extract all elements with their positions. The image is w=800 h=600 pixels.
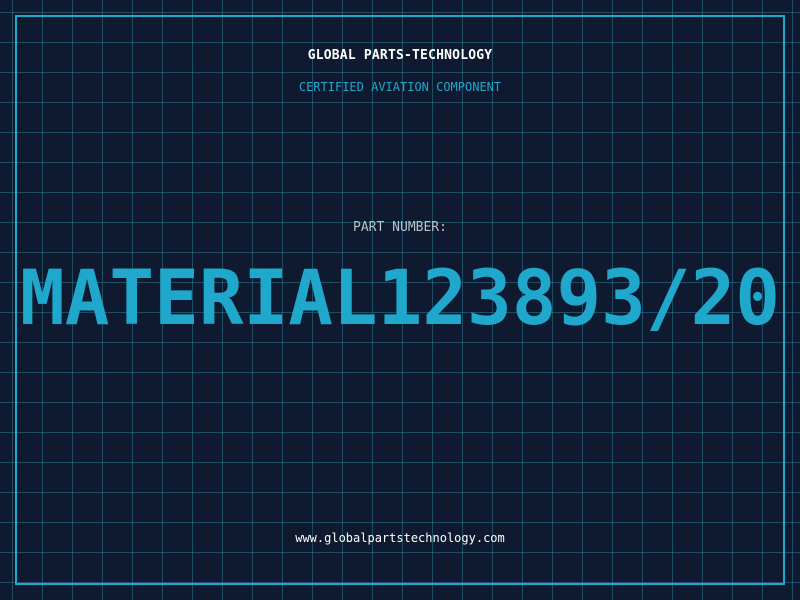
part-number: MATERIAL123893/20 xyxy=(20,258,780,338)
part-number-label: PART NUMBER: xyxy=(353,220,447,235)
part-number-display: MATERIAL123893/20 xyxy=(20,258,780,338)
tagline: CERTIFIED AVIATION COMPONENT xyxy=(298,80,502,94)
company-name: GLOBAL PARTS-TECHNOLOGY xyxy=(307,48,493,63)
label-canvas: GLOBAL PARTS-TECHNOLOGY CERTIFIED AVIATI… xyxy=(0,0,800,600)
website-url: www.globalpartstechnology.com xyxy=(295,531,505,545)
